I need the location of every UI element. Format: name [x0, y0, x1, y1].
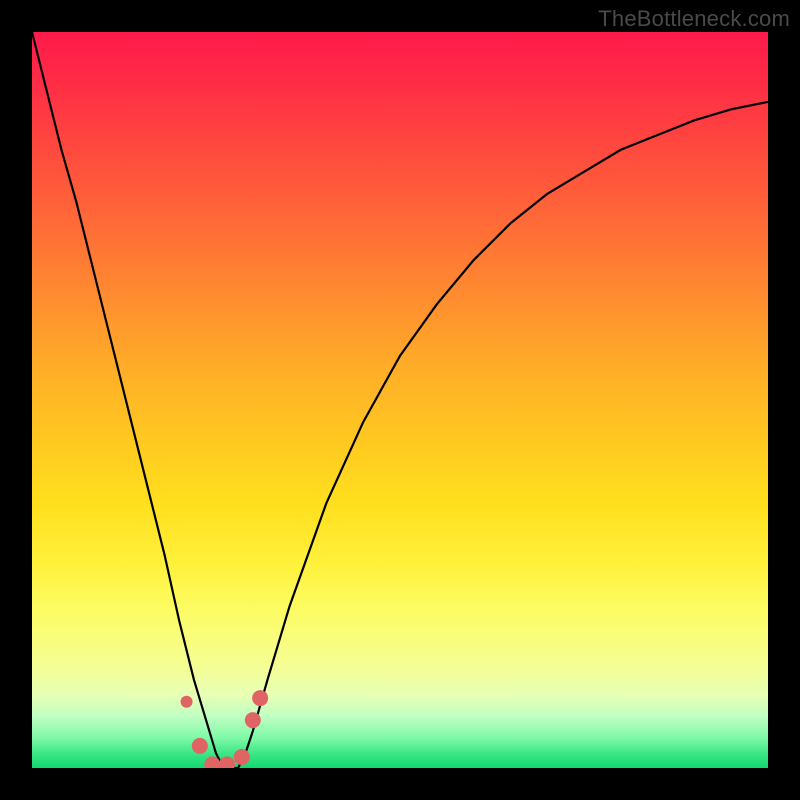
- curve-marker: [245, 712, 261, 728]
- attribution-watermark: TheBottleneck.com: [598, 6, 790, 32]
- curve-marker: [181, 696, 193, 708]
- curve-marker: [252, 690, 268, 706]
- curve-marker: [192, 738, 208, 754]
- curve-markers: [181, 690, 269, 768]
- chart-frame: TheBottleneck.com: [0, 0, 800, 800]
- curve-marker: [234, 749, 250, 765]
- plot-area: [32, 32, 768, 768]
- curve-marker: [219, 756, 235, 768]
- bottleneck-curve: [32, 32, 768, 768]
- bottleneck-curve-svg: [32, 32, 768, 768]
